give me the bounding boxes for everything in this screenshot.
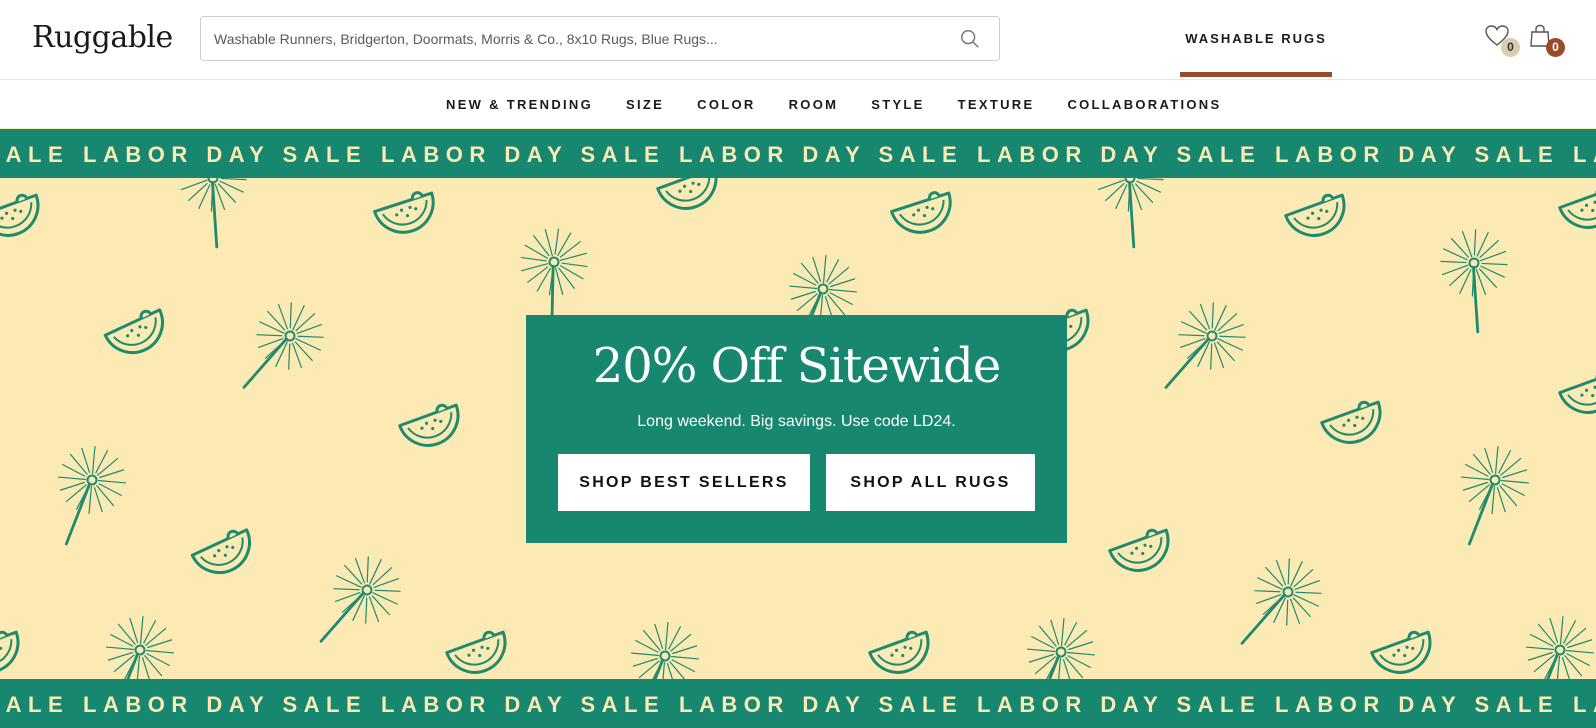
- active-underline: [1180, 72, 1332, 77]
- ticker-text: LABOR DAY SALE: [381, 692, 666, 717]
- shop-all-rugs-button[interactable]: SHOP ALL RUGS: [826, 454, 1035, 511]
- cart-count-badge: 0: [1546, 38, 1565, 57]
- ticker-text: LABOR DAY SALE: [1275, 692, 1560, 717]
- wishlist-button[interactable]: 0: [1484, 24, 1520, 58]
- ticker-text: LABOR DAY SALE: [1573, 692, 1596, 717]
- ticker-text: LABOR DAY SALE: [1573, 142, 1596, 167]
- ticker-text: LABOR DAY SALE: [83, 692, 368, 717]
- nav-item-style[interactable]: STYLE: [871, 97, 924, 112]
- search-icon[interactable]: [959, 28, 981, 50]
- shop-best-sellers-button[interactable]: SHOP BEST SELLERS: [558, 454, 810, 511]
- ticker-text: LABOR DAY SALE: [1275, 142, 1560, 167]
- washable-rugs-link[interactable]: WASHABLE RUGS: [1180, 0, 1332, 79]
- main-navigation: NEW & TRENDING SIZE COLOR ROOM STYLE TEX…: [0, 80, 1596, 128]
- ticker-text: LABOR DAY SALE: [679, 142, 964, 167]
- ticker-text: LABOR DAY SALE: [679, 692, 964, 717]
- site-header: Ruggable WASHABLE RUGS 0 0: [0, 0, 1596, 80]
- ticker-text: LABOR DAY SALE: [381, 142, 666, 167]
- sale-ticker-bottom: LABOR DAY SALE LABOR DAY SALE LABOR DAY SA…: [0, 679, 1596, 728]
- nav-item-color[interactable]: COLOR: [697, 97, 755, 112]
- washable-rugs-label: WASHABLE RUGS: [1185, 31, 1327, 46]
- ticker-text: LABOR DAY SALE: [83, 142, 368, 167]
- sale-ticker-top: LABOR DAY SALE LABOR DAY SALE LABOR DAY SA…: [0, 129, 1596, 178]
- nav-item-texture[interactable]: TEXTURE: [958, 97, 1035, 112]
- search-input[interactable]: [201, 17, 954, 60]
- cart-button[interactable]: 0: [1528, 24, 1565, 58]
- ticker-text: LABOR DAY SALE: [0, 692, 70, 717]
- search-bar[interactable]: [200, 16, 1000, 61]
- promo-title: 20% Off Sitewide: [592, 338, 1002, 394]
- ticker-text: LABOR DAY SALE: [977, 142, 1262, 167]
- nav-item-room[interactable]: ROOM: [789, 97, 839, 112]
- promo-card: 20% Off Sitewide Long weekend. Big savin…: [526, 315, 1067, 543]
- nav-item-size[interactable]: SIZE: [626, 97, 664, 112]
- nav-item-collaborations[interactable]: COLLABORATIONS: [1067, 97, 1221, 112]
- ticker-text: LABOR DAY SALE: [0, 142, 70, 167]
- ticker-text: LABOR DAY SALE: [977, 692, 1262, 717]
- ruggable-logo[interactable]: Ruggable: [32, 20, 173, 55]
- promo-subtitle: Long weekend. Big savings. Use code LD24…: [637, 413, 956, 430]
- wishlist-count-badge: 0: [1501, 38, 1520, 57]
- nav-item-new-trending[interactable]: NEW & TRENDING: [446, 97, 593, 112]
